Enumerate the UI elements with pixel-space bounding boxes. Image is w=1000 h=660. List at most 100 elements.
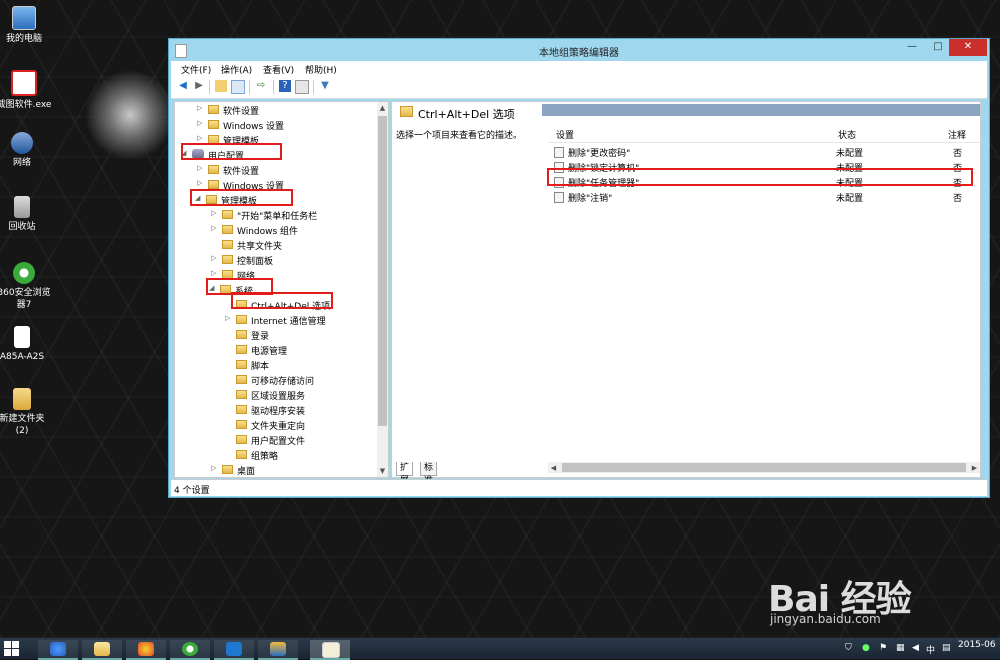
keyboard-icon[interactable]: ▤ [942, 643, 951, 653]
menu-file[interactable]: 文件(F) [181, 63, 211, 76]
toolbar-separator [273, 80, 274, 94]
desktop-icon-file[interactable]: A85A-A2S [0, 326, 52, 363]
clock-date[interactable]: 2015-06 [958, 640, 996, 650]
tree-node[interactable]: ▷ 软件设置 [175, 162, 375, 177]
taskbar-app[interactable] [82, 640, 122, 660]
filter-icon[interactable]: ▼ [319, 80, 331, 92]
expand-arrow[interactable]: ▷ [211, 269, 216, 277]
expand-arrow[interactable]: ▷ [211, 209, 216, 217]
show-hide-tree-icon[interactable] [231, 80, 245, 94]
expand-arrow[interactable]: ▷ [211, 464, 216, 472]
minimize-button[interactable]: — [899, 39, 925, 56]
tree-node[interactable]: ▷ "开始"菜单和任务栏 [175, 207, 375, 222]
app-icon [11, 70, 37, 96]
horizontal-scrollbar[interactable]: ◀ ▶ [548, 462, 980, 473]
desktop-icon-folder[interactable]: 新建文件夹 (2) [0, 388, 52, 437]
taskbar-app[interactable] [126, 640, 166, 660]
highlight-remove-task-manager [547, 168, 973, 186]
tree-node[interactable]: ▷ Windows 组件 [175, 222, 375, 237]
expand-arrow[interactable]: ▷ [211, 224, 216, 232]
column-setting[interactable]: 设置 [556, 128, 574, 141]
input-method-indicator[interactable]: 中 [926, 643, 935, 656]
scroll-up-icon[interactable]: ▲ [377, 102, 388, 114]
title-bar[interactable]: 本地组策略编辑器 — □ ✕ [169, 39, 989, 61]
tree-node[interactable]: 驱动程序安装 [175, 402, 375, 417]
security-icon[interactable]: ● [862, 643, 870, 653]
taskbar-app-active[interactable] [310, 640, 350, 660]
scroll-thumb[interactable] [562, 463, 966, 472]
computer-icon [12, 6, 36, 30]
tree-node-label: 桌面 [237, 467, 256, 477]
column-state[interactable]: 状态 [838, 128, 856, 141]
expand-arrow[interactable]: ▷ [197, 179, 202, 187]
menu-view[interactable]: 查看(V) [263, 63, 294, 76]
tree-scrollbar[interactable]: ▲ ▼ [377, 102, 388, 477]
desktop-icon-app[interactable]: 截图软件.exe [0, 70, 54, 111]
shield-icon[interactable]: ⛉ [845, 643, 852, 653]
tree-node[interactable]: ▷ Windows 设置 [175, 117, 375, 132]
tab-extended[interactable]: 扩展 [396, 462, 414, 486]
menu-action[interactable]: 操作(A) [221, 63, 252, 76]
desktop-icon-computer[interactable]: 我的电脑 [0, 6, 54, 45]
folder-icon [208, 165, 219, 174]
maximize-button[interactable]: □ [925, 39, 951, 56]
forward-icon[interactable]: ▶ [193, 80, 205, 92]
tree-node[interactable]: 用户配置文件 [175, 432, 375, 447]
scroll-left-icon[interactable]: ◀ [548, 462, 559, 474]
help-icon[interactable]: ? [279, 80, 291, 92]
expand-arrow[interactable]: ▷ [197, 164, 202, 172]
back-icon[interactable]: ◀ [177, 80, 189, 92]
table-row[interactable]: 删除"注销" 未配置 否 [548, 189, 980, 204]
taskbar: ⛉ ● ⚑ ▦ ◀ 中 ▤ 2015-06 [0, 638, 1000, 660]
scroll-right-icon[interactable]: ▶ [969, 462, 980, 474]
tree-node[interactable]: 共享文件夹 [175, 237, 375, 252]
taskbar-app[interactable] [258, 640, 298, 660]
tree-node-label: Windows 组件 [237, 227, 299, 237]
desktop-icon-recycle-bin[interactable]: 回收站 [0, 196, 52, 233]
tree-node[interactable]: 组策略 [175, 447, 375, 462]
tree-node[interactable]: 文件夹重定向 [175, 417, 375, 432]
description-text: 选择一个项目来查看它的描述。 [396, 131, 523, 141]
flag-icon[interactable]: ⚑ [879, 643, 887, 653]
export-icon[interactable]: ⇨ [255, 80, 267, 92]
desktop-icon-browser[interactable]: 360安全浏览器7 [0, 262, 54, 311]
tree-node[interactable]: ▷ Internet 通信管理 [175, 312, 375, 327]
tree-node[interactable]: ▷ 软件设置 [175, 102, 375, 117]
close-button[interactable]: ✕ [949, 39, 987, 56]
expand-arrow[interactable]: ▷ [197, 134, 202, 142]
volume-icon[interactable]: ◀ [912, 643, 919, 653]
folder-icon [208, 180, 219, 189]
table-row[interactable]: 删除"更改密码" 未配置 否 [548, 144, 980, 159]
expand-arrow[interactable]: ▷ [197, 104, 202, 112]
tree-node[interactable]: 区域设置服务 [175, 387, 375, 402]
scroll-down-icon[interactable]: ▼ [377, 465, 388, 477]
expand-arrow[interactable]: ▷ [197, 119, 202, 127]
tree-node-label: "开始"菜单和任务栏 [237, 212, 318, 222]
tree-node[interactable]: ▷ 网络 [175, 267, 375, 282]
tree-node[interactable]: 可移动存储访问 [175, 372, 375, 387]
taskbar-app[interactable] [214, 640, 254, 660]
tree-node[interactable]: 电源管理 [175, 342, 375, 357]
up-folder-icon[interactable] [215, 80, 227, 92]
tree-node[interactable]: 脚本 [175, 357, 375, 372]
taskbar-app[interactable] [170, 640, 210, 660]
folder-icon [400, 106, 413, 117]
tree-node[interactable]: ▷ 控制面板 [175, 252, 375, 267]
desktop-icon-network[interactable]: 网络 [0, 132, 52, 169]
network-tray-icon[interactable]: ▦ [896, 643, 905, 653]
tab-standard[interactable]: 标准 [420, 462, 438, 486]
folder-icon [208, 105, 219, 114]
tree-node[interactable]: ▷ 桌面 [175, 462, 375, 477]
start-button[interactable] [4, 641, 20, 656]
column-comment[interactable]: 注释 [948, 128, 966, 141]
tree-node[interactable]: 登录 [175, 327, 375, 342]
desktop-icon-label: 我的电脑 [5, 34, 42, 44]
properties-icon[interactable] [295, 80, 309, 94]
header-band [542, 104, 980, 116]
setting-name: 删除"更改密码" [568, 149, 631, 159]
menu-help[interactable]: 帮助(H) [305, 63, 337, 76]
expand-arrow[interactable]: ▷ [211, 254, 216, 262]
taskbar-app[interactable] [38, 640, 78, 660]
scroll-thumb[interactable] [378, 116, 387, 426]
expand-arrow[interactable]: ▷ [225, 314, 230, 322]
